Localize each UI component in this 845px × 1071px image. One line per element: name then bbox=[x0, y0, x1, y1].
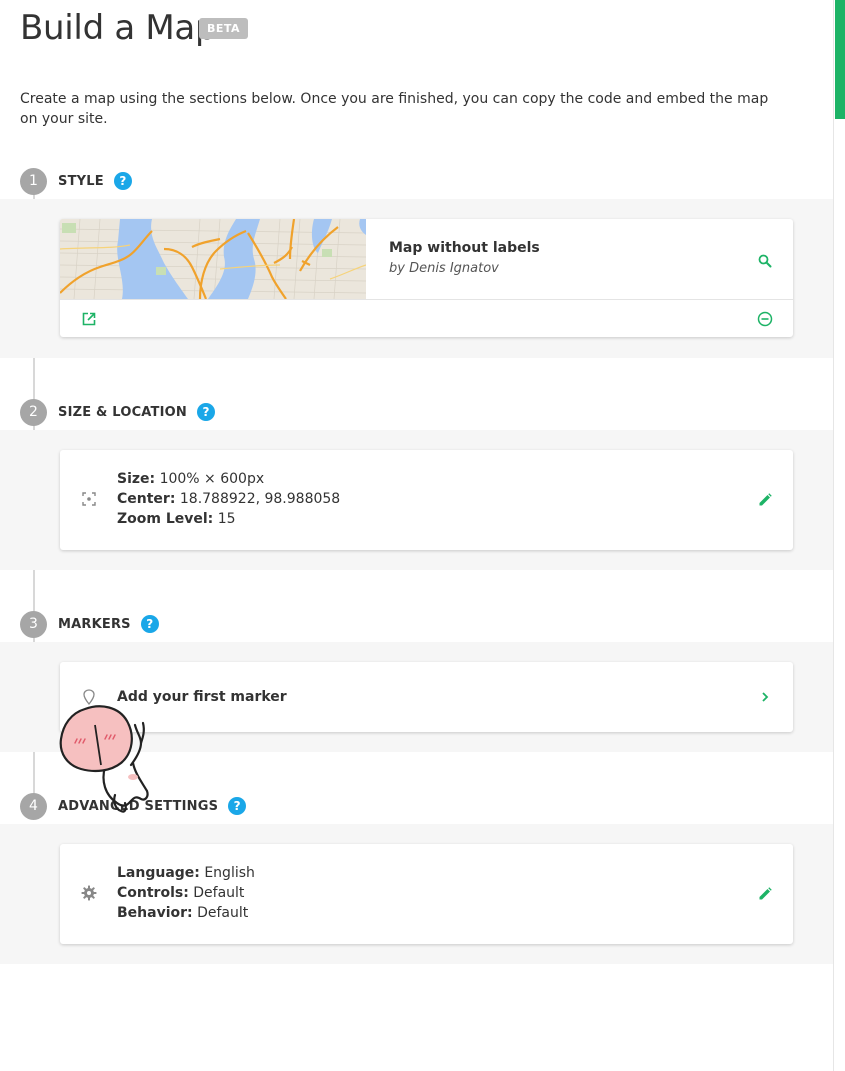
step-number: 1 bbox=[20, 167, 47, 195]
style-card: Map without labels by Denis Ignatov bbox=[60, 219, 793, 337]
help-icon[interactable]: ? bbox=[197, 403, 215, 421]
pencil-icon[interactable] bbox=[754, 489, 776, 511]
size-location-card[interactable]: Size: 100% × 600px Center: 18.788922, 98… bbox=[60, 450, 793, 550]
step-style-header: 1 STYLE ? bbox=[20, 167, 132, 195]
add-marker-card[interactable]: Add your first marker bbox=[60, 662, 793, 732]
advanced-settings-card[interactable]: Language: English Controls: Default Beha… bbox=[60, 844, 793, 944]
scrollbar-thumb[interactable] bbox=[835, 0, 845, 119]
intro-text: Create a map using the sections below. O… bbox=[20, 91, 769, 127]
step-title: STYLE bbox=[58, 173, 104, 189]
search-icon[interactable] bbox=[754, 250, 776, 272]
step-advanced-header: 4 ADVANCED SETTINGS ? bbox=[20, 792, 247, 820]
language-row: Language: English bbox=[117, 865, 255, 881]
help-icon[interactable]: ? bbox=[140, 615, 159, 633]
beta-badge: BETA bbox=[199, 18, 249, 39]
size-details: Size: 100% × 600px Center: 18.788922, 98… bbox=[117, 469, 340, 529]
controls-row: Controls: Default bbox=[117, 885, 245, 901]
chevron-right-icon[interactable] bbox=[754, 686, 776, 708]
add-marker-label: Add your first marker bbox=[117, 689, 287, 705]
step-number: 3 bbox=[20, 610, 47, 638]
step-title: MARKERS bbox=[58, 616, 131, 632]
step-size-header: 2 SIZE & LOCATION ? bbox=[20, 398, 215, 426]
gear-icon bbox=[79, 883, 99, 903]
step-title: SIZE & LOCATION bbox=[58, 404, 187, 420]
pencil-icon[interactable] bbox=[754, 883, 776, 905]
map-pin-icon bbox=[79, 687, 99, 707]
center-focus-icon bbox=[79, 489, 99, 509]
external-link-icon[interactable] bbox=[78, 308, 100, 330]
card-divider bbox=[60, 299, 793, 300]
scrollbar[interactable] bbox=[833, 0, 845, 1071]
help-icon[interactable]: ? bbox=[113, 172, 132, 190]
step-title: ADVANCED SETTINGS bbox=[58, 798, 219, 814]
center-row: Center: 18.788922, 98.988058 bbox=[117, 491, 341, 507]
map-thumbnail-image bbox=[60, 219, 366, 299]
advanced-details: Language: English Controls: Default Beha… bbox=[117, 863, 255, 923]
style-author: by Denis Ignatov bbox=[389, 261, 499, 276]
help-icon[interactable]: ? bbox=[228, 797, 247, 815]
behavior-row: Behavior: Default bbox=[117, 905, 249, 921]
size-row: Size: 100% × 600px bbox=[117, 471, 265, 487]
step-number: 2 bbox=[20, 398, 47, 426]
style-name: Map without labels bbox=[389, 240, 540, 256]
zoom-row: Zoom Level: 15 bbox=[117, 511, 236, 527]
minus-circle-icon[interactable] bbox=[754, 308, 776, 330]
step-number: 4 bbox=[20, 792, 47, 820]
step-markers-header: 3 MARKERS ? bbox=[20, 610, 159, 638]
map-style-thumbnail[interactable] bbox=[60, 219, 366, 299]
page-title: Build a Map bbox=[20, 8, 217, 48]
